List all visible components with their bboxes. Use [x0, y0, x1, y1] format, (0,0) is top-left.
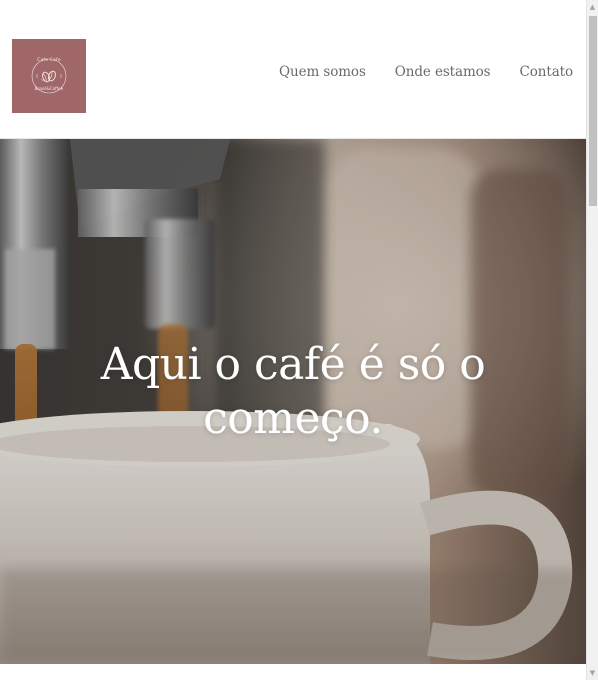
logo-text-top: Cafe Cafe — [37, 58, 61, 63]
hero-title-line-2: começo. — [203, 393, 383, 444]
chevron-up-icon[interactable]: ▲ — [587, 0, 598, 14]
logo-text-bottom: Brasil&Coffee — [34, 86, 64, 91]
brand-logo[interactable]: Cafe Cafe Brasil&Coffee — [12, 39, 86, 113]
hero-banner: Aqui o café é só o começo. — [0, 139, 586, 664]
vertical-scrollbar[interactable]: ▲ ▼ — [586, 0, 598, 680]
nav-link-onde-estamos[interactable]: Onde estamos — [395, 64, 491, 80]
content-start-strip — [0, 664, 586, 680]
nav-link-contato[interactable]: Contato — [520, 64, 574, 80]
main-nav: Quem somos Onde estamos Contato — [279, 64, 573, 80]
hero-title-line-1: Aqui o café é só o — [100, 339, 486, 390]
scrollbar-thumb[interactable] — [589, 16, 597, 206]
site-header: Cafe Cafe Brasil&Coffee Quem somos Onde … — [0, 0, 586, 139]
page: Cafe Cafe Brasil&Coffee Quem somos Onde … — [0, 0, 598, 680]
chevron-down-icon[interactable]: ▼ — [587, 666, 598, 680]
nav-link-quem-somos[interactable]: Quem somos — [279, 64, 366, 80]
coffee-beans-icon — [31, 58, 67, 94]
hero-title: Aqui o café é só o começo. — [60, 338, 526, 446]
